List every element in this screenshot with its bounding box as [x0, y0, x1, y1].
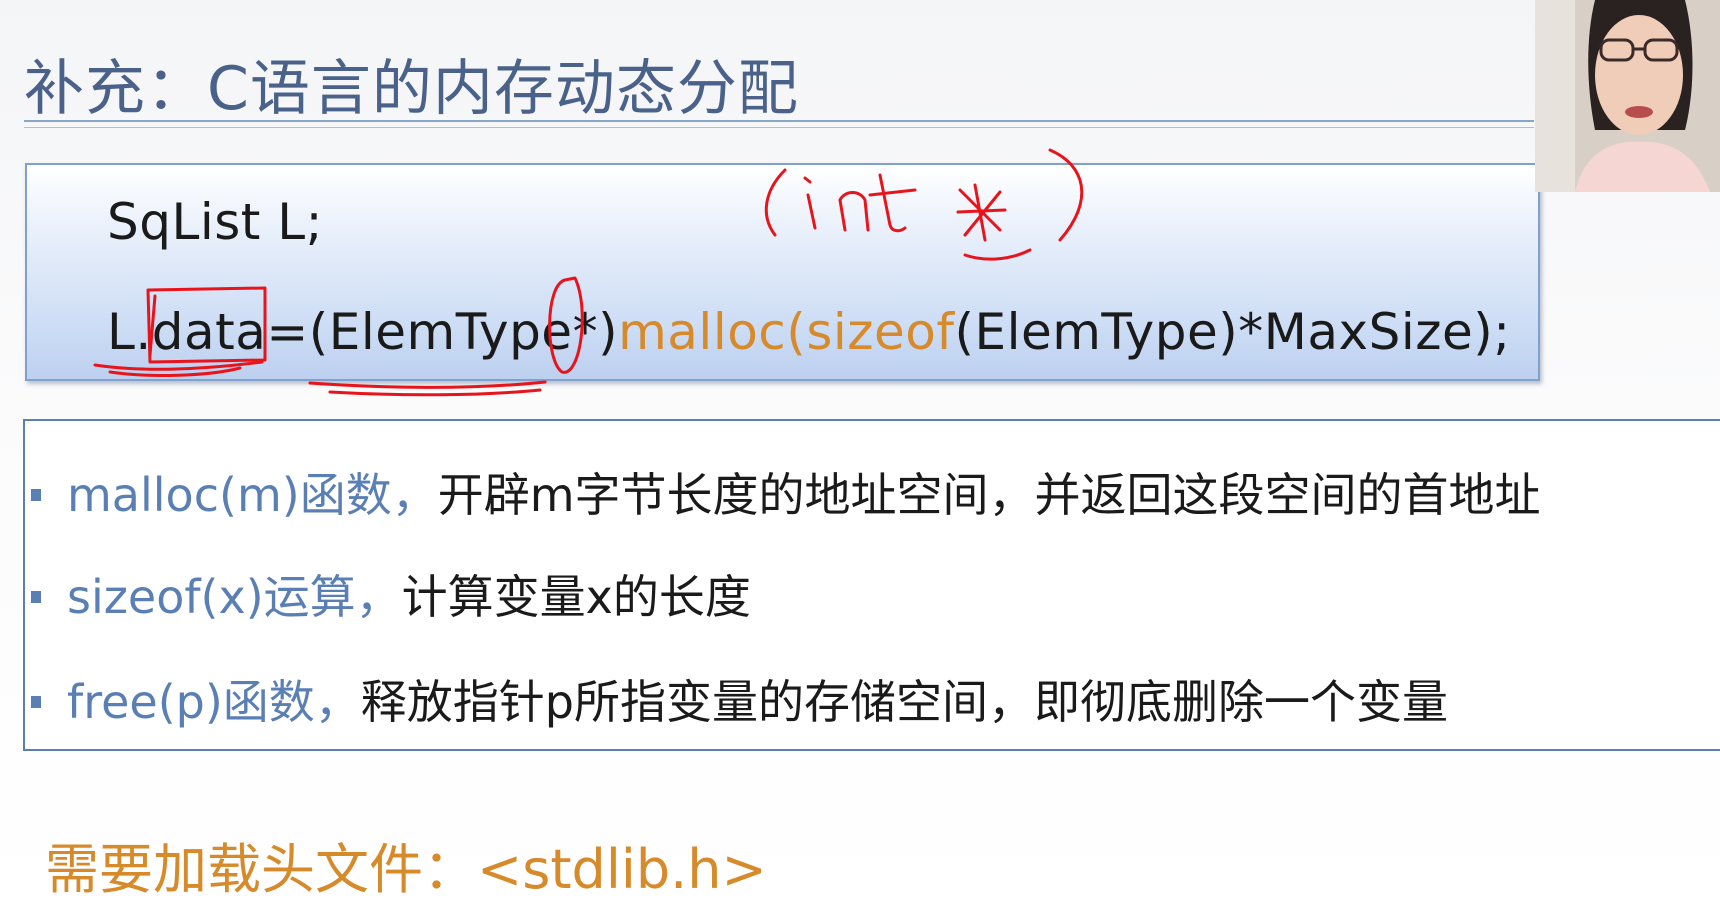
slide-title: 补充：C语言的内存动态分配: [24, 54, 799, 124]
code-argument: (ElemType)*MaxSize);: [954, 303, 1511, 361]
bullet-description: 释放指针p所指变量的存储空间，即彻底删除一个变量: [360, 675, 1448, 729]
bullet-malloc: malloc(m)函数，开辟m字节长度的地址空间，并返回这段空间的首地址: [31, 459, 1541, 525]
bullet-term: free(p)函数，: [67, 675, 361, 729]
header-file-note: 需要加载头文件：<stdlib.h>: [45, 838, 767, 899]
explanation-box: malloc(m)函数，开辟m字节长度的地址空间，并返回这段空间的首地址 siz…: [23, 419, 1720, 751]
title-divider-thin: [24, 127, 1534, 128]
code-sizeof-keyword: sizeof: [806, 303, 955, 361]
code-malloc-keyword: malloc: [618, 303, 787, 361]
title-divider: [24, 120, 1534, 122]
bullet-sizeof: sizeof(x)运算，计算变量x的长度: [31, 561, 751, 627]
code-box: SqList L; L.data=(ElemType*)malloc(sizeo…: [25, 163, 1540, 381]
bullet-marker-icon: [31, 488, 41, 501]
presenter-webcam: [1535, 0, 1720, 192]
code-assignment: L.data=(ElemType*): [107, 303, 619, 361]
bullet-description: 计算变量x的长度: [401, 570, 751, 624]
code-line-declaration: SqList L;: [107, 193, 323, 251]
code-open-paren: (: [786, 303, 807, 361]
code-line-malloc: L.data=(ElemType*)malloc(sizeof(ElemType…: [107, 303, 1511, 361]
bullet-term: sizeof(x)运算，: [67, 570, 402, 624]
slide: 补充：C语言的内存动态分配 SqList L; L.data=(ElemType…: [0, 0, 1720, 899]
bullet-marker-icon: [31, 590, 41, 603]
bullet-term: malloc(m)函数，: [67, 468, 438, 522]
presenter-image: [1535, 0, 1720, 192]
bullet-description: 开辟m字节长度的地址空间，并返回这段空间的首地址: [437, 468, 1541, 522]
bullet-free: free(p)函数，释放指针p所指变量的存储空间，即彻底删除一个变量: [31, 666, 1448, 732]
bullet-marker-icon: [31, 695, 41, 708]
